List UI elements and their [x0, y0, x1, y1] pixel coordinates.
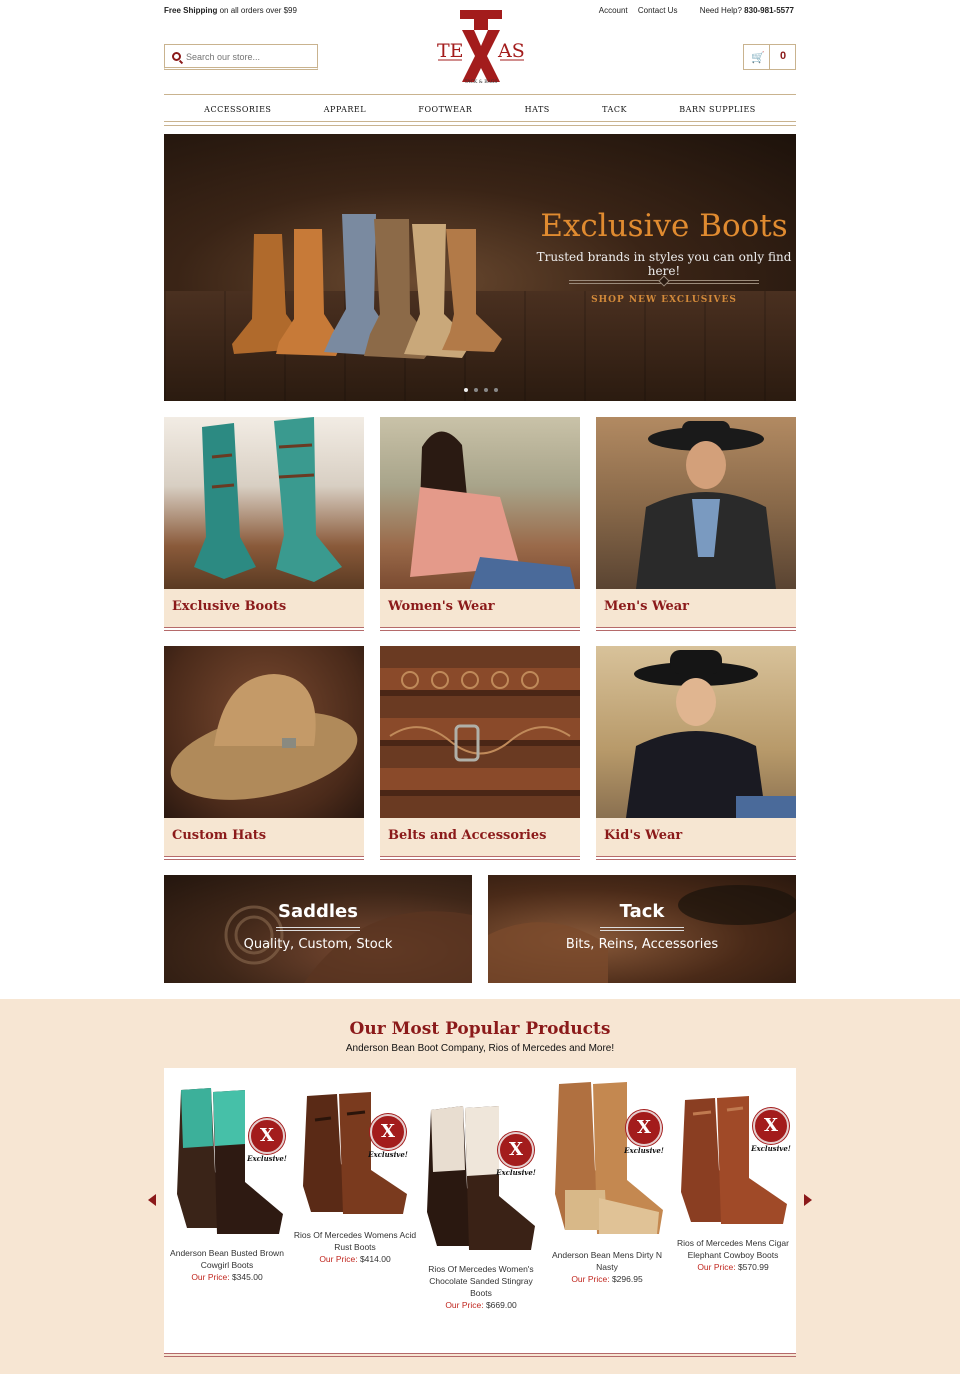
- product-name[interactable]: Rios Of Mercedes Womens Acid Rust Boots: [292, 1229, 418, 1253]
- need-help: Need Help? 830-981-5577: [699, 6, 794, 15]
- hero-title: Exclusive Boots: [540, 208, 788, 244]
- nav-footwear[interactable]: FOOTWEAR: [418, 95, 472, 125]
- product-price: Our Price: $345.00: [191, 1272, 263, 1282]
- category-label: Women's Wear: [380, 589, 580, 627]
- mens-wear-image: [596, 417, 796, 589]
- tack-title: Tack: [619, 901, 665, 922]
- product-image: [427, 1106, 535, 1250]
- free-shipping-text: Free Shipping on all orders over $99: [164, 6, 297, 15]
- hero-banner[interactable]: Exclusive Boots Trusted brands in styles…: [164, 134, 796, 401]
- belts-accessories-image: [380, 646, 580, 818]
- product-name[interactable]: Anderson Bean Busted Brown Cowgirl Boots: [164, 1247, 290, 1271]
- product-card[interactable]: Anderson Bean Busted Brown Cowgirl Boots…: [164, 1086, 290, 1283]
- nav-tack[interactable]: TACK: [602, 95, 627, 125]
- saddles-title: Saddles: [278, 901, 358, 922]
- texas-tack-logo[interactable]: TE AS TACK & BAGS: [436, 10, 526, 84]
- nav-barn-supplies[interactable]: BARN SUPPLIES: [679, 95, 756, 125]
- search-icon[interactable]: [172, 52, 181, 61]
- logo-text-left: TE: [437, 40, 464, 62]
- carousel-next-icon[interactable]: [804, 1194, 812, 1206]
- search-input[interactable]: [186, 50, 314, 64]
- slide-dot[interactable]: [474, 388, 478, 392]
- product-name[interactable]: Rios of Mercedes Mens Cigar Elephant Cow…: [670, 1237, 796, 1261]
- phone-number[interactable]: 830-981-5577: [744, 6, 794, 15]
- saddles-banner[interactable]: Saddles Quality, Custom, Stock: [164, 875, 472, 983]
- slide-dot[interactable]: [484, 388, 488, 392]
- category-womens-wear[interactable]: Women's Wear: [380, 417, 580, 631]
- category-label: Men's Wear: [596, 589, 796, 627]
- tack-subtitle: Bits, Reins, Accessories: [565, 937, 719, 952]
- account-link[interactable]: Account: [599, 6, 628, 15]
- exclusive-badge: Exclusive!: [247, 1118, 287, 1164]
- hero-boots-image: [232, 214, 502, 359]
- exclusive-badge: Exclusive!: [368, 1114, 408, 1160]
- category-mens-wear[interactable]: Men's Wear: [596, 417, 796, 631]
- logo-subtext: TACK & BAGS: [465, 79, 498, 84]
- popular-subtitle: Anderson Bean Boot Company, Rios of Merc…: [345, 1043, 615, 1054]
- carousel-prev-icon[interactable]: [148, 1194, 156, 1206]
- product-price: Our Price: $296.95: [571, 1274, 643, 1284]
- category-custom-hats[interactable]: Custom Hats: [164, 646, 364, 860]
- custom-hats-image: [164, 646, 364, 818]
- product-name[interactable]: Anderson Bean Mens Dirty N Nasty: [544, 1249, 670, 1273]
- tack-banner[interactable]: Tack Bits, Reins, Accessories: [488, 875, 796, 983]
- carousel-dots: [464, 388, 498, 392]
- kids-wear-image: [596, 646, 796, 818]
- womens-wear-image: [380, 417, 580, 589]
- popular-products-section: Our Most Popular Products Anderson Bean …: [0, 999, 960, 1374]
- product-name[interactable]: Rios Of Mercedes Women's Chocolate Sande…: [418, 1263, 544, 1299]
- popular-title: Our Most Popular Products: [349, 1019, 611, 1039]
- product-carousel: Anderson Bean Busted Brown Cowgirl Boots…: [164, 1068, 796, 1353]
- cart-icon: 🛒: [751, 52, 765, 64]
- search-box: [164, 44, 318, 70]
- category-label: Belts and Accessories: [380, 818, 580, 856]
- category-belts-accessories[interactable]: Belts and Accessories: [380, 646, 580, 860]
- category-label: Custom Hats: [164, 818, 364, 856]
- exclusive-badge: Exclusive!: [624, 1110, 664, 1156]
- cart-button[interactable]: 🛒 0: [743, 44, 796, 70]
- product-price: Our Price: $669.00: [445, 1300, 517, 1310]
- product-price: Our Price: $570.99: [697, 1262, 769, 1272]
- cart-count: 0: [779, 50, 787, 62]
- saddles-subtitle: Quality, Custom, Stock: [243, 937, 393, 952]
- product-price: Our Price: $414.00: [319, 1254, 391, 1264]
- slide-dot[interactable]: [494, 388, 498, 392]
- hero-divider: [569, 280, 759, 284]
- exclusive-badge: Exclusive!: [751, 1108, 791, 1154]
- exclusive-badge: Exclusive!: [496, 1132, 536, 1178]
- category-label: Exclusive Boots: [164, 589, 364, 627]
- slide-dot[interactable]: [464, 388, 468, 392]
- nav-hats[interactable]: HATS: [525, 95, 550, 125]
- contact-link[interactable]: Contact Us: [638, 6, 678, 15]
- logo-text-right: AS: [497, 40, 525, 62]
- hero-subtitle: Trusted brands in styles you can only fi…: [536, 250, 792, 278]
- category-kids-wear[interactable]: Kid's Wear: [596, 646, 796, 860]
- exclusive-boots-image: [164, 417, 364, 589]
- hero-cta-link[interactable]: SHOP NEW EXCLUSIVES: [544, 295, 784, 305]
- nav-accessories[interactable]: ACCESSORIES: [204, 95, 271, 125]
- category-label: Kid's Wear: [596, 818, 796, 856]
- product-image: [555, 1082, 663, 1234]
- main-nav: ACCESSORIES APPAREL FOOTWEAR HATS TACK B…: [164, 94, 796, 126]
- category-exclusive-boots[interactable]: Exclusive Boots: [164, 417, 364, 631]
- nav-apparel[interactable]: APPAREL: [324, 95, 366, 125]
- utility-links: Account Contact Us Need Help? 830-981-55…: [591, 6, 794, 15]
